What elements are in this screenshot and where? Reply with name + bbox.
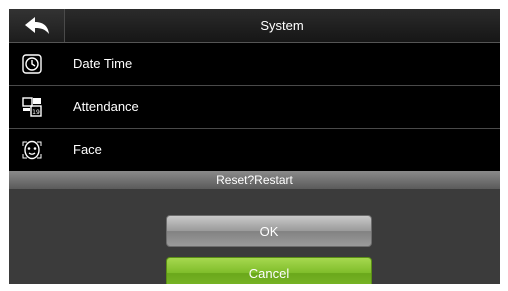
menu-item-label: Attendance bbox=[73, 99, 139, 114]
back-button[interactable] bbox=[9, 9, 65, 42]
menu-item-label: Face bbox=[73, 142, 102, 157]
svg-text:19: 19 bbox=[32, 109, 40, 116]
menu-item-face[interactable]: Face bbox=[9, 129, 500, 172]
cancel-button[interactable]: Cancel bbox=[166, 257, 372, 284]
system-menu: Date Time 19 Attendance Face bbox=[9, 43, 500, 172]
menu-item-label: Date Time bbox=[73, 56, 133, 71]
face-icon bbox=[22, 140, 42, 160]
clock-icon bbox=[22, 54, 42, 74]
dialog-title: Reset?Restart bbox=[9, 171, 500, 189]
menu-item-date-time[interactable]: Date Time bbox=[9, 43, 500, 86]
title-bar: System bbox=[9, 9, 500, 43]
confirm-dialog: Reset?Restart OK Cancel bbox=[9, 171, 500, 284]
menu-item-attendance[interactable]: 19 Attendance bbox=[9, 86, 500, 129]
attendance-icon: 19 bbox=[22, 97, 42, 117]
page-title: System bbox=[260, 18, 304, 33]
device-screen: System Date Time 19 Attendance Face Rese… bbox=[9, 9, 500, 284]
back-arrow-icon bbox=[24, 16, 49, 34]
ok-button[interactable]: OK bbox=[166, 215, 372, 247]
